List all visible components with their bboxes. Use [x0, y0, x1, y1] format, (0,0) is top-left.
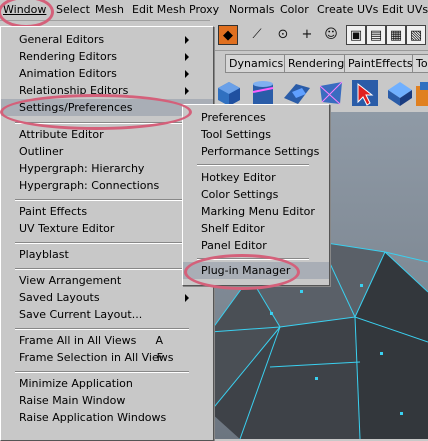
menu-separator: [15, 199, 189, 201]
menu-item-label: Raise Application Windows: [19, 411, 167, 424]
tab-to[interactable]: To: [412, 54, 428, 73]
camera-icon[interactable]: ▣: [346, 25, 366, 45]
menu-item-label: Minimize Application: [19, 377, 133, 390]
history-icon[interactable]: ☺: [322, 25, 340, 43]
menu-item-label: UV Texture Editor: [19, 222, 115, 235]
menu-item-label: Paint Effects: [19, 205, 88, 218]
menu-separator: [15, 328, 189, 330]
menu-item-shelf-editor[interactable]: Shelf Editor: [183, 220, 329, 237]
menu-item-hotkey-editor[interactable]: Hotkey Editor: [183, 169, 329, 186]
menu-create-uvs[interactable]: Create UVs: [317, 2, 378, 18]
menu-color[interactable]: Color: [280, 2, 309, 18]
menu-item-label: Performance Settings: [201, 145, 320, 158]
menu-item-label: Hypergraph: Hierarchy: [19, 162, 145, 175]
snap-point-icon[interactable]: ⊙: [274, 25, 292, 43]
menu-item-label: View Arrangement: [19, 274, 122, 287]
menu-separator: [15, 371, 189, 373]
menu-item-label: Marking Menu Editor: [201, 205, 315, 218]
menu-item-label: General Editors: [19, 33, 105, 46]
menu-item-label: Playblast: [19, 248, 69, 261]
shortcut-label: A: [155, 334, 163, 347]
menu-mesh[interactable]: Mesh: [95, 2, 124, 18]
menu-item-label: Raise Main Window: [19, 394, 126, 407]
tab-rendering[interactable]: Rendering: [284, 54, 349, 73]
snap-curve-icon[interactable]: ⟋: [248, 25, 266, 43]
menu-item-label: Color Settings: [201, 188, 279, 201]
menu-item-label: Frame All in All Views: [19, 334, 137, 347]
tab-painteffects[interactable]: PaintEffects: [344, 54, 417, 73]
lock-icon[interactable]: ▤: [366, 25, 386, 45]
menu-proxy[interactable]: Proxy: [189, 2, 219, 18]
bridge-icon[interactable]: [414, 78, 428, 108]
menu-item-label: Plug-in Manager: [201, 264, 291, 277]
menu-item-label: Settings/Preferences: [19, 101, 133, 114]
menu-item-rendering-editors[interactable]: Rendering Editors: [1, 48, 213, 65]
submenu-arrow-icon: [185, 87, 189, 95]
menu-edit-mesh[interactable]: Edit Mesh: [132, 2, 186, 18]
select-arrow-icon[interactable]: [350, 78, 380, 108]
menu-item-label: Shelf Editor: [201, 222, 265, 235]
render-settings-icon[interactable]: ▧: [406, 25, 426, 45]
menu-separator: [197, 164, 309, 166]
menu-item-panel-editor[interactable]: Panel Editor: [183, 237, 329, 254]
menu-item-minimize-application[interactable]: Minimize Application: [1, 375, 213, 392]
submenu-arrow-icon: [185, 53, 189, 61]
menu-item-animation-editors[interactable]: Animation Editors: [1, 65, 213, 82]
menu-normals[interactable]: Normals: [229, 2, 275, 18]
menu-item-label: Attribute Editor: [19, 128, 104, 141]
menu-item-label: Frame Selection in All Views: [19, 351, 174, 364]
menu-select[interactable]: Select: [56, 2, 90, 18]
extrude-icon[interactable]: [384, 78, 414, 108]
shelf-tab-bar: Dynamics Rendering PaintEffects To: [210, 51, 428, 73]
menu-item-relationship-editors[interactable]: Relationship Editors: [1, 82, 213, 99]
submenu-arrow-icon: [185, 36, 189, 44]
menu-item-frame-all[interactable]: Frame All in All Views A: [1, 332, 213, 349]
menu-edit-uvs[interactable]: Edit UVs: [382, 2, 428, 18]
menu-item-tool-settings[interactable]: Tool Settings: [183, 126, 329, 143]
menu-item-saved-layouts[interactable]: Saved Layouts: [1, 289, 213, 306]
menu-separator: [197, 258, 309, 260]
menu-item-performance-settings[interactable]: Performance Settings: [183, 143, 329, 160]
submenu-arrow-icon: [185, 70, 189, 78]
menu-window[interactable]: Window: [3, 2, 46, 18]
render-icon[interactable]: ▦: [386, 25, 406, 45]
shortcut-label: F: [156, 351, 163, 364]
menu-item-label: Saved Layouts: [19, 291, 100, 304]
tab-dynamics[interactable]: Dynamics: [225, 54, 288, 73]
magnet-snap-icon[interactable]: ◆: [218, 25, 238, 45]
menu-item-frame-selection[interactable]: Frame Selection in All Views F: [1, 349, 213, 366]
menu-item-color-settings[interactable]: Color Settings: [183, 186, 329, 203]
menu-item-label: Hotkey Editor: [201, 171, 276, 184]
menu-item-label: Relationship Editors: [19, 84, 129, 97]
menu-item-label: Preferences: [201, 111, 266, 124]
plus-icon[interactable]: +: [298, 25, 316, 43]
menu-item-label: Tool Settings: [201, 128, 271, 141]
menu-item-marking-menu-editor[interactable]: Marking Menu Editor: [183, 203, 329, 220]
menu-item-label: Save Current Layout...: [19, 308, 143, 321]
menu-item-save-current-layout[interactable]: Save Current Layout...: [1, 306, 213, 323]
menu-item-label: Rendering Editors: [19, 50, 117, 63]
settings-preferences-submenu: Preferences Tool Settings Performance Se…: [182, 104, 330, 286]
menu-item-label: Animation Editors: [19, 67, 117, 80]
submenu-arrow-icon: [185, 294, 189, 302]
menu-item-raise-main-window[interactable]: Raise Main Window: [1, 392, 213, 409]
menu-item-preferences[interactable]: Preferences: [183, 109, 329, 126]
menu-separator: [15, 242, 189, 244]
menu-item-general-editors[interactable]: General Editors: [1, 31, 213, 48]
menu-separator: [15, 268, 189, 270]
menubar: Window Select Mesh Edit Mesh Proxy Norma…: [0, 0, 428, 21]
menu-item-plug-in-manager[interactable]: Plug-in Manager: [183, 262, 329, 279]
menu-item-label: Hypergraph: Connections: [19, 179, 160, 192]
menu-item-raise-application-windows[interactable]: Raise Application Windows: [1, 409, 213, 426]
status-toolbar: ◆ ⟋ ⊙ + ☺ ▣ ▤ ▦ ▧: [210, 20, 428, 51]
menu-item-label: Panel Editor: [201, 239, 267, 252]
menu-separator: [15, 122, 189, 124]
menu-item-label: Outliner: [19, 145, 64, 158]
